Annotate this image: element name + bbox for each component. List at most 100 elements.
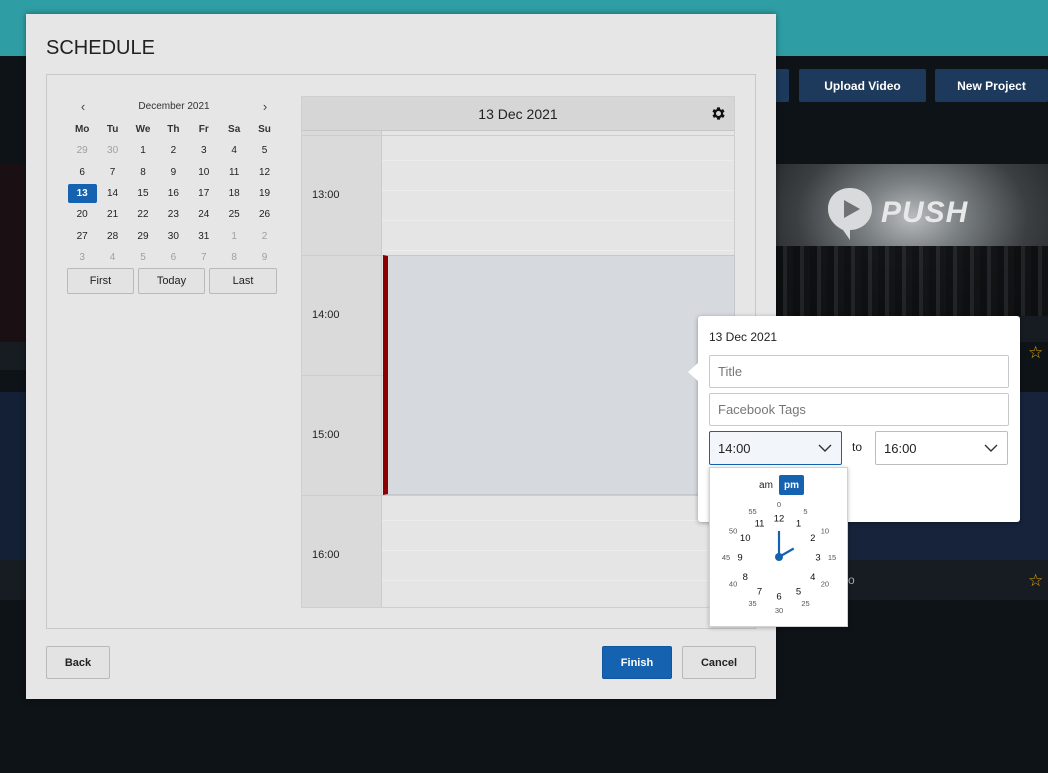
- time-label-1500: 15:00: [312, 429, 340, 441]
- calendar-day[interactable]: 31: [189, 231, 219, 242]
- clock-hour-label[interactable]: 4: [810, 572, 815, 583]
- scheduled-event-block[interactable]: [383, 255, 735, 495]
- title-input[interactable]: [709, 355, 1009, 388]
- clock-minute-label[interactable]: 55: [748, 507, 756, 516]
- card-footer-left: [0, 342, 26, 370]
- day-view: 13:00 14:00 15:00 16:00 13 Dec 2021: [301, 96, 735, 608]
- calendar-day[interactable]: 16: [158, 188, 188, 199]
- calendar-week-row: 29 30 1 2 3 4 5: [67, 140, 280, 161]
- back-button[interactable]: Back: [46, 646, 110, 679]
- clock-hour-label[interactable]: 7: [757, 586, 762, 597]
- calendar-day[interactable]: 2: [249, 231, 279, 242]
- start-time-select[interactable]: 14:00: [709, 431, 842, 465]
- clock-minute-label[interactable]: 5: [803, 507, 807, 516]
- gear-icon[interactable]: [710, 105, 727, 122]
- modal-title: SCHEDULE: [46, 37, 155, 59]
- card-footer-left-2: [0, 560, 26, 600]
- calendar-day[interactable]: 23: [158, 209, 188, 220]
- clock-hour-label[interactable]: 5: [796, 586, 801, 597]
- mini-calendar-grid: Mo Tu We Th Fr Sa Su 29 30 1 2 3 4 5 6 7 8 9 10 11 12 13 14 15 1…: [67, 119, 280, 268]
- clock-hour-label[interactable]: 2: [810, 533, 815, 544]
- clock-minute-label[interactable]: 10: [821, 527, 829, 536]
- calendar-day[interactable]: 1: [219, 231, 249, 242]
- favorite-star-icon[interactable]: ☆: [1028, 343, 1043, 363]
- calendar-day[interactable]: 19: [249, 188, 279, 199]
- calendar-day[interactable]: 13: [67, 184, 97, 204]
- first-button[interactable]: First: [67, 268, 134, 294]
- calendar-day[interactable]: 17: [189, 188, 219, 199]
- clock-minute-label[interactable]: 35: [748, 599, 756, 608]
- calendar-day[interactable]: 29: [128, 231, 158, 242]
- calendar-day[interactable]: 6: [158, 252, 188, 263]
- clock-hour-label[interactable]: 11: [755, 519, 765, 530]
- time-label-1600: 16:00: [312, 549, 340, 561]
- calendar-day[interactable]: 24: [189, 209, 219, 220]
- calendar-day[interactable]: 10: [189, 167, 219, 178]
- calendar-day[interactable]: 20: [67, 209, 97, 220]
- next-month-button[interactable]: ›: [258, 99, 272, 114]
- clock-minute-label[interactable]: 25: [801, 599, 809, 608]
- today-button[interactable]: Today: [138, 268, 205, 294]
- clock-minute-label[interactable]: 40: [729, 580, 737, 589]
- clock-minute-label[interactable]: 30: [775, 606, 783, 615]
- project-card-left-partial[interactable]: [0, 164, 26, 342]
- calendar-day[interactable]: 14: [97, 188, 127, 199]
- calendar-day[interactable]: 9: [249, 252, 279, 263]
- new-project-button[interactable]: New Project: [935, 69, 1048, 102]
- calendar-day[interactable]: 29: [67, 145, 97, 156]
- am-toggle[interactable]: am: [755, 475, 777, 495]
- clock-minute-label[interactable]: 50: [729, 527, 737, 536]
- calendar-day[interactable]: 25: [219, 209, 249, 220]
- calendar-day[interactable]: 12: [249, 167, 279, 178]
- clock-hour-label[interactable]: 1: [796, 519, 801, 530]
- clock-minute-label[interactable]: 0: [777, 500, 781, 509]
- calendar-day[interactable]: 11: [219, 167, 249, 178]
- calendar-day[interactable]: 8: [219, 252, 249, 263]
- finish-button[interactable]: Finish: [602, 646, 672, 679]
- facebook-tags-input[interactable]: [709, 393, 1009, 426]
- calendar-day[interactable]: 18: [219, 188, 249, 199]
- favorite-star-icon-2[interactable]: ☆: [1028, 571, 1043, 591]
- pm-toggle[interactable]: pm: [779, 475, 804, 495]
- calendar-day[interactable]: 26: [249, 209, 279, 220]
- upload-video-button[interactable]: Upload Video: [799, 69, 926, 102]
- calendar-day[interactable]: 5: [249, 145, 279, 156]
- calendar-day[interactable]: 4: [97, 252, 127, 263]
- calendar-day[interactable]: 5: [128, 252, 158, 263]
- calendar-day[interactable]: 3: [189, 145, 219, 156]
- clock-hour-label[interactable]: 8: [743, 572, 748, 583]
- clock-minute-label[interactable]: 15: [828, 553, 836, 562]
- clock-face[interactable]: 051015202530354045505512 1234567891011: [710, 500, 849, 620]
- last-button[interactable]: Last: [209, 268, 277, 294]
- schedule-modal: SCHEDULE ‹ December 2021 › Mo Tu We Th Fr Sa S…: [26, 14, 776, 699]
- clock-hour-label[interactable]: 10: [740, 533, 751, 544]
- calendar-day[interactable]: 7: [97, 167, 127, 178]
- calendar-week-row: 3456789: [67, 247, 280, 268]
- calendar-week-row: 27 28 29 30 31 1 2: [67, 225, 280, 246]
- calendar-day[interactable]: 21: [97, 209, 127, 220]
- clock-hour-label[interactable]: 6: [776, 592, 781, 603]
- calendar-day[interactable]: 30: [158, 231, 188, 242]
- clock-minute-label[interactable]: 45: [722, 553, 730, 562]
- calendar-day[interactable]: 1: [128, 145, 158, 156]
- end-time-select[interactable]: 16:00: [875, 431, 1008, 465]
- calendar-day[interactable]: 27: [67, 231, 97, 242]
- calendar-day[interactable]: 28: [97, 231, 127, 242]
- calendar-day[interactable]: 22: [128, 209, 158, 220]
- calendar-day[interactable]: 9: [158, 167, 188, 178]
- calendar-day[interactable]: 7: [189, 252, 219, 263]
- calendar-day[interactable]: 8: [128, 167, 158, 178]
- calendar-day[interactable]: 2: [158, 145, 188, 156]
- cancel-button[interactable]: Cancel: [682, 646, 756, 679]
- calendar-day[interactable]: 6: [67, 167, 97, 178]
- project-card-left-partial-2[interactable]: [0, 392, 26, 560]
- prev-month-button[interactable]: ‹: [76, 99, 90, 114]
- calendar-day[interactable]: 4: [219, 145, 249, 156]
- clock-hour-label[interactable]: 9: [737, 553, 742, 564]
- calendar-day[interactable]: 3: [67, 252, 97, 263]
- clock-hour-label[interactable]: 12: [774, 514, 785, 525]
- clock-hour-label[interactable]: 3: [815, 553, 820, 564]
- calendar-day[interactable]: 15: [128, 188, 158, 199]
- calendar-day[interactable]: 30: [97, 145, 127, 156]
- clock-minute-label[interactable]: 20: [821, 580, 829, 589]
